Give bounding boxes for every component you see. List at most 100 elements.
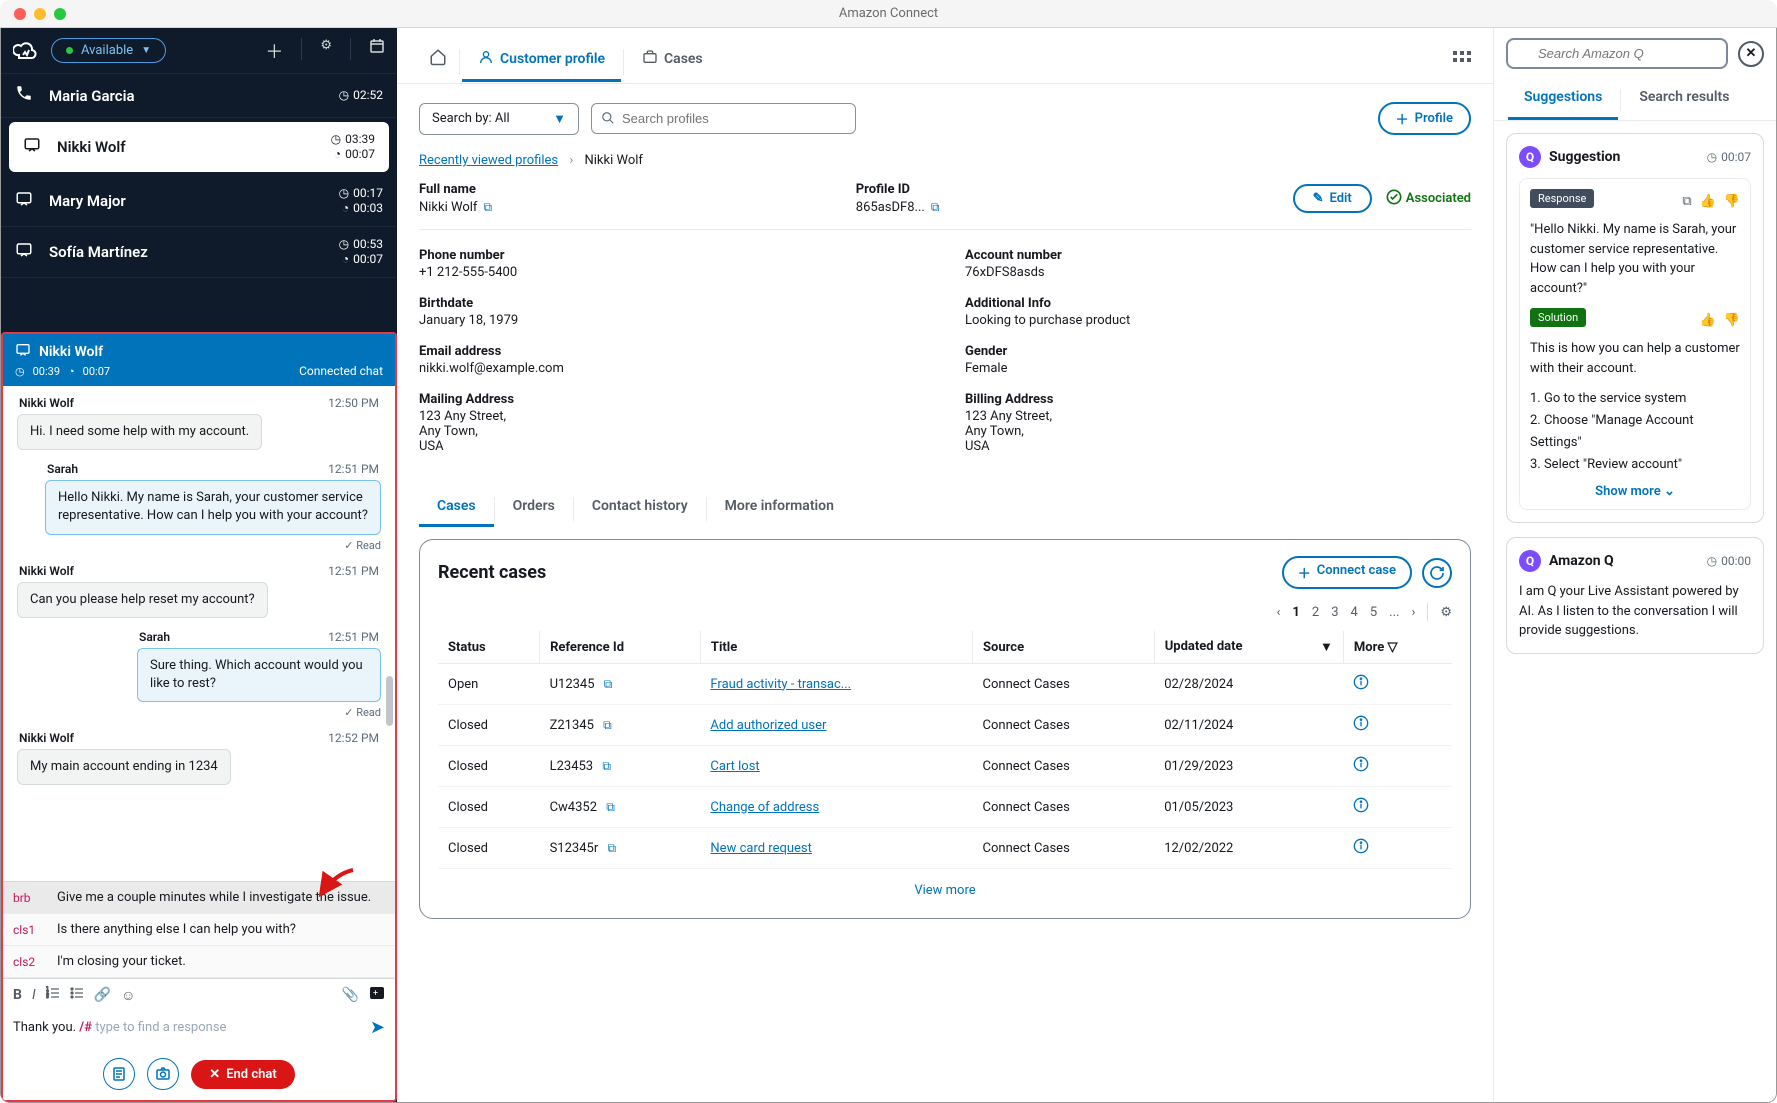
- case-more[interactable]: [1343, 664, 1452, 705]
- page-next[interactable]: ›: [1411, 605, 1415, 620]
- copy-icon[interactable]: ⧉: [603, 718, 612, 732]
- table-row[interactable]: ClosedS12345r ⧉New card requestConnect C…: [438, 828, 1452, 869]
- info-icon[interactable]: [1353, 843, 1369, 858]
- view-more-link[interactable]: View more: [438, 869, 1452, 902]
- contact-row[interactable]: Nikki Wolf ◷03:39 ◔00:07: [9, 122, 389, 172]
- profile-search-input[interactable]: [591, 103, 856, 134]
- contact-row[interactable]: Sofía Martínez ◷00:53 ◔00:07: [1, 227, 397, 278]
- end-chat-button[interactable]: ✕ End chat: [191, 1060, 294, 1089]
- amazon-q-search-input[interactable]: [1506, 38, 1728, 69]
- copy-icon[interactable]: ⧉: [483, 200, 492, 214]
- copy-icon[interactable]: ⧉: [606, 800, 615, 814]
- maximize-window-button[interactable]: [54, 8, 66, 20]
- profile-button[interactable]: ＋ Profile: [1378, 102, 1471, 135]
- numbered-list-icon[interactable]: 123: [46, 986, 60, 1004]
- quick-reply-row[interactable]: cls1 Is there anything else I can help y…: [3, 914, 395, 946]
- tab-customer-profile[interactable]: Customer profile: [462, 41, 621, 82]
- edit-button[interactable]: ✎ Edit: [1293, 184, 1372, 213]
- search-by-dropdown[interactable]: Search by: All ▼: [419, 103, 579, 135]
- contact-name: Sofía Martínez: [49, 243, 339, 261]
- table-settings-icon[interactable]: ⚙: [1440, 605, 1452, 620]
- compose-area[interactable]: Thank you. /# type to find a response ➤: [3, 1011, 395, 1048]
- copy-icon[interactable]: ⧉: [602, 759, 611, 773]
- thumbs-down-icon[interactable]: 👎: [1724, 313, 1740, 328]
- thumbs-down-icon[interactable]: 👎: [1724, 194, 1740, 209]
- table-row[interactable]: ClosedL23453 ⧉Cart lostConnect Cases01/2…: [438, 746, 1452, 787]
- table-row[interactable]: OpenU12345 ⧉Fraud activity - transac...C…: [438, 664, 1452, 705]
- col-reference[interactable]: Reference Id: [540, 631, 701, 664]
- calendar-icon[interactable]: [369, 38, 385, 64]
- copy-icon[interactable]: ⧉: [1682, 194, 1691, 209]
- table-row[interactable]: ClosedZ21345 ⧉Add authorized userConnect…: [438, 705, 1452, 746]
- table-row[interactable]: ClosedCw4352 ⧉Change of addressConnect C…: [438, 787, 1452, 828]
- subtab-contact-history[interactable]: Contact history: [574, 490, 706, 527]
- scrollbar-thumb[interactable]: [386, 676, 393, 726]
- add-icon[interactable]: ＋: [265, 38, 283, 64]
- emoji-icon[interactable]: ☺: [121, 987, 135, 1004]
- template-icon[interactable]: +: [369, 985, 385, 1005]
- copy-icon[interactable]: ⧉: [607, 841, 616, 855]
- tab-cases[interactable]: Cases: [626, 41, 719, 82]
- case-title[interactable]: Fraud activity - transac...: [700, 664, 972, 705]
- case-title[interactable]: Change of address: [700, 787, 972, 828]
- chat-transcript[interactable]: Nikki Wolf12:50 PM Hi. I need some help …: [3, 386, 395, 881]
- bullet-list-icon[interactable]: [70, 986, 84, 1004]
- case-more[interactable]: [1343, 787, 1452, 828]
- case-title[interactable]: New card request: [700, 828, 972, 869]
- info-icon[interactable]: [1353, 802, 1369, 817]
- col-title[interactable]: Title: [700, 631, 972, 664]
- info-icon[interactable]: [1353, 761, 1369, 776]
- contact-row[interactable]: Maria Garcia ◷02:52: [1, 74, 397, 118]
- case-more[interactable]: [1343, 746, 1452, 787]
- page-number[interactable]: 5: [1370, 605, 1377, 620]
- apps-grid-icon[interactable]: [1453, 51, 1471, 73]
- tab-suggestions[interactable]: Suggestions: [1508, 79, 1618, 120]
- page-number[interactable]: 2: [1312, 605, 1319, 620]
- briefcase-icon: [642, 49, 658, 69]
- screenshot-button[interactable]: [147, 1058, 179, 1090]
- send-button[interactable]: ➤: [370, 1017, 385, 1038]
- contact-row[interactable]: Mary Major ◷00:17 ◔00:03: [1, 176, 397, 227]
- col-status[interactable]: Status: [438, 631, 540, 664]
- thumbs-up-icon[interactable]: 👍: [1700, 194, 1716, 209]
- col-updated[interactable]: Updated date▼: [1154, 631, 1343, 664]
- tab-search-results[interactable]: Search results: [1623, 79, 1745, 120]
- case-more[interactable]: [1343, 705, 1452, 746]
- divider: [623, 49, 624, 75]
- breadcrumb-link[interactable]: Recently viewed profiles: [419, 153, 558, 168]
- link-icon[interactable]: 🔗: [94, 987, 111, 1003]
- page-number[interactable]: 4: [1351, 605, 1358, 620]
- italic-icon[interactable]: I: [32, 987, 36, 1003]
- close-panel-button[interactable]: ✕: [1738, 41, 1764, 67]
- page-number[interactable]: 1: [1292, 605, 1299, 620]
- case-ref: S12345r ⧉: [540, 828, 701, 869]
- info-icon[interactable]: [1353, 720, 1369, 735]
- tab-home[interactable]: [419, 40, 457, 83]
- thumbs-up-icon[interactable]: 👍: [1700, 313, 1716, 328]
- info-icon[interactable]: [1353, 679, 1369, 694]
- refresh-button[interactable]: [1422, 558, 1452, 588]
- bold-icon[interactable]: B: [13, 987, 22, 1003]
- case-more[interactable]: [1343, 828, 1452, 869]
- copy-icon[interactable]: ⧉: [931, 200, 940, 214]
- subtab-cases[interactable]: Cases: [419, 490, 494, 527]
- quick-reply-row[interactable]: cls2 I'm closing your ticket.: [3, 946, 395, 978]
- subtab-more-info[interactable]: More information: [707, 490, 852, 527]
- case-title[interactable]: Add authorized user: [700, 705, 972, 746]
- settings-gear-icon[interactable]: ⚙: [320, 38, 332, 64]
- connect-case-button[interactable]: ＋ Connect case: [1282, 556, 1412, 589]
- agent-status-dropdown[interactable]: Available ▼: [51, 38, 166, 63]
- quick-reply-row[interactable]: brb Give me a couple minutes while I inv…: [3, 882, 395, 914]
- col-more[interactable]: More ▽: [1343, 631, 1452, 664]
- col-source[interactable]: Source: [973, 631, 1155, 664]
- attachment-icon[interactable]: 📎: [342, 987, 359, 1003]
- case-title[interactable]: Cart lost: [700, 746, 972, 787]
- page-number[interactable]: 3: [1331, 605, 1338, 620]
- notes-button[interactable]: [103, 1058, 135, 1090]
- minimize-window-button[interactable]: [34, 8, 46, 20]
- copy-icon[interactable]: ⧉: [604, 677, 613, 691]
- show-more-link[interactable]: Show more ⌄: [1530, 484, 1740, 499]
- close-window-button[interactable]: [14, 8, 26, 20]
- subtab-orders[interactable]: Orders: [495, 490, 573, 527]
- page-prev[interactable]: ‹: [1277, 605, 1281, 620]
